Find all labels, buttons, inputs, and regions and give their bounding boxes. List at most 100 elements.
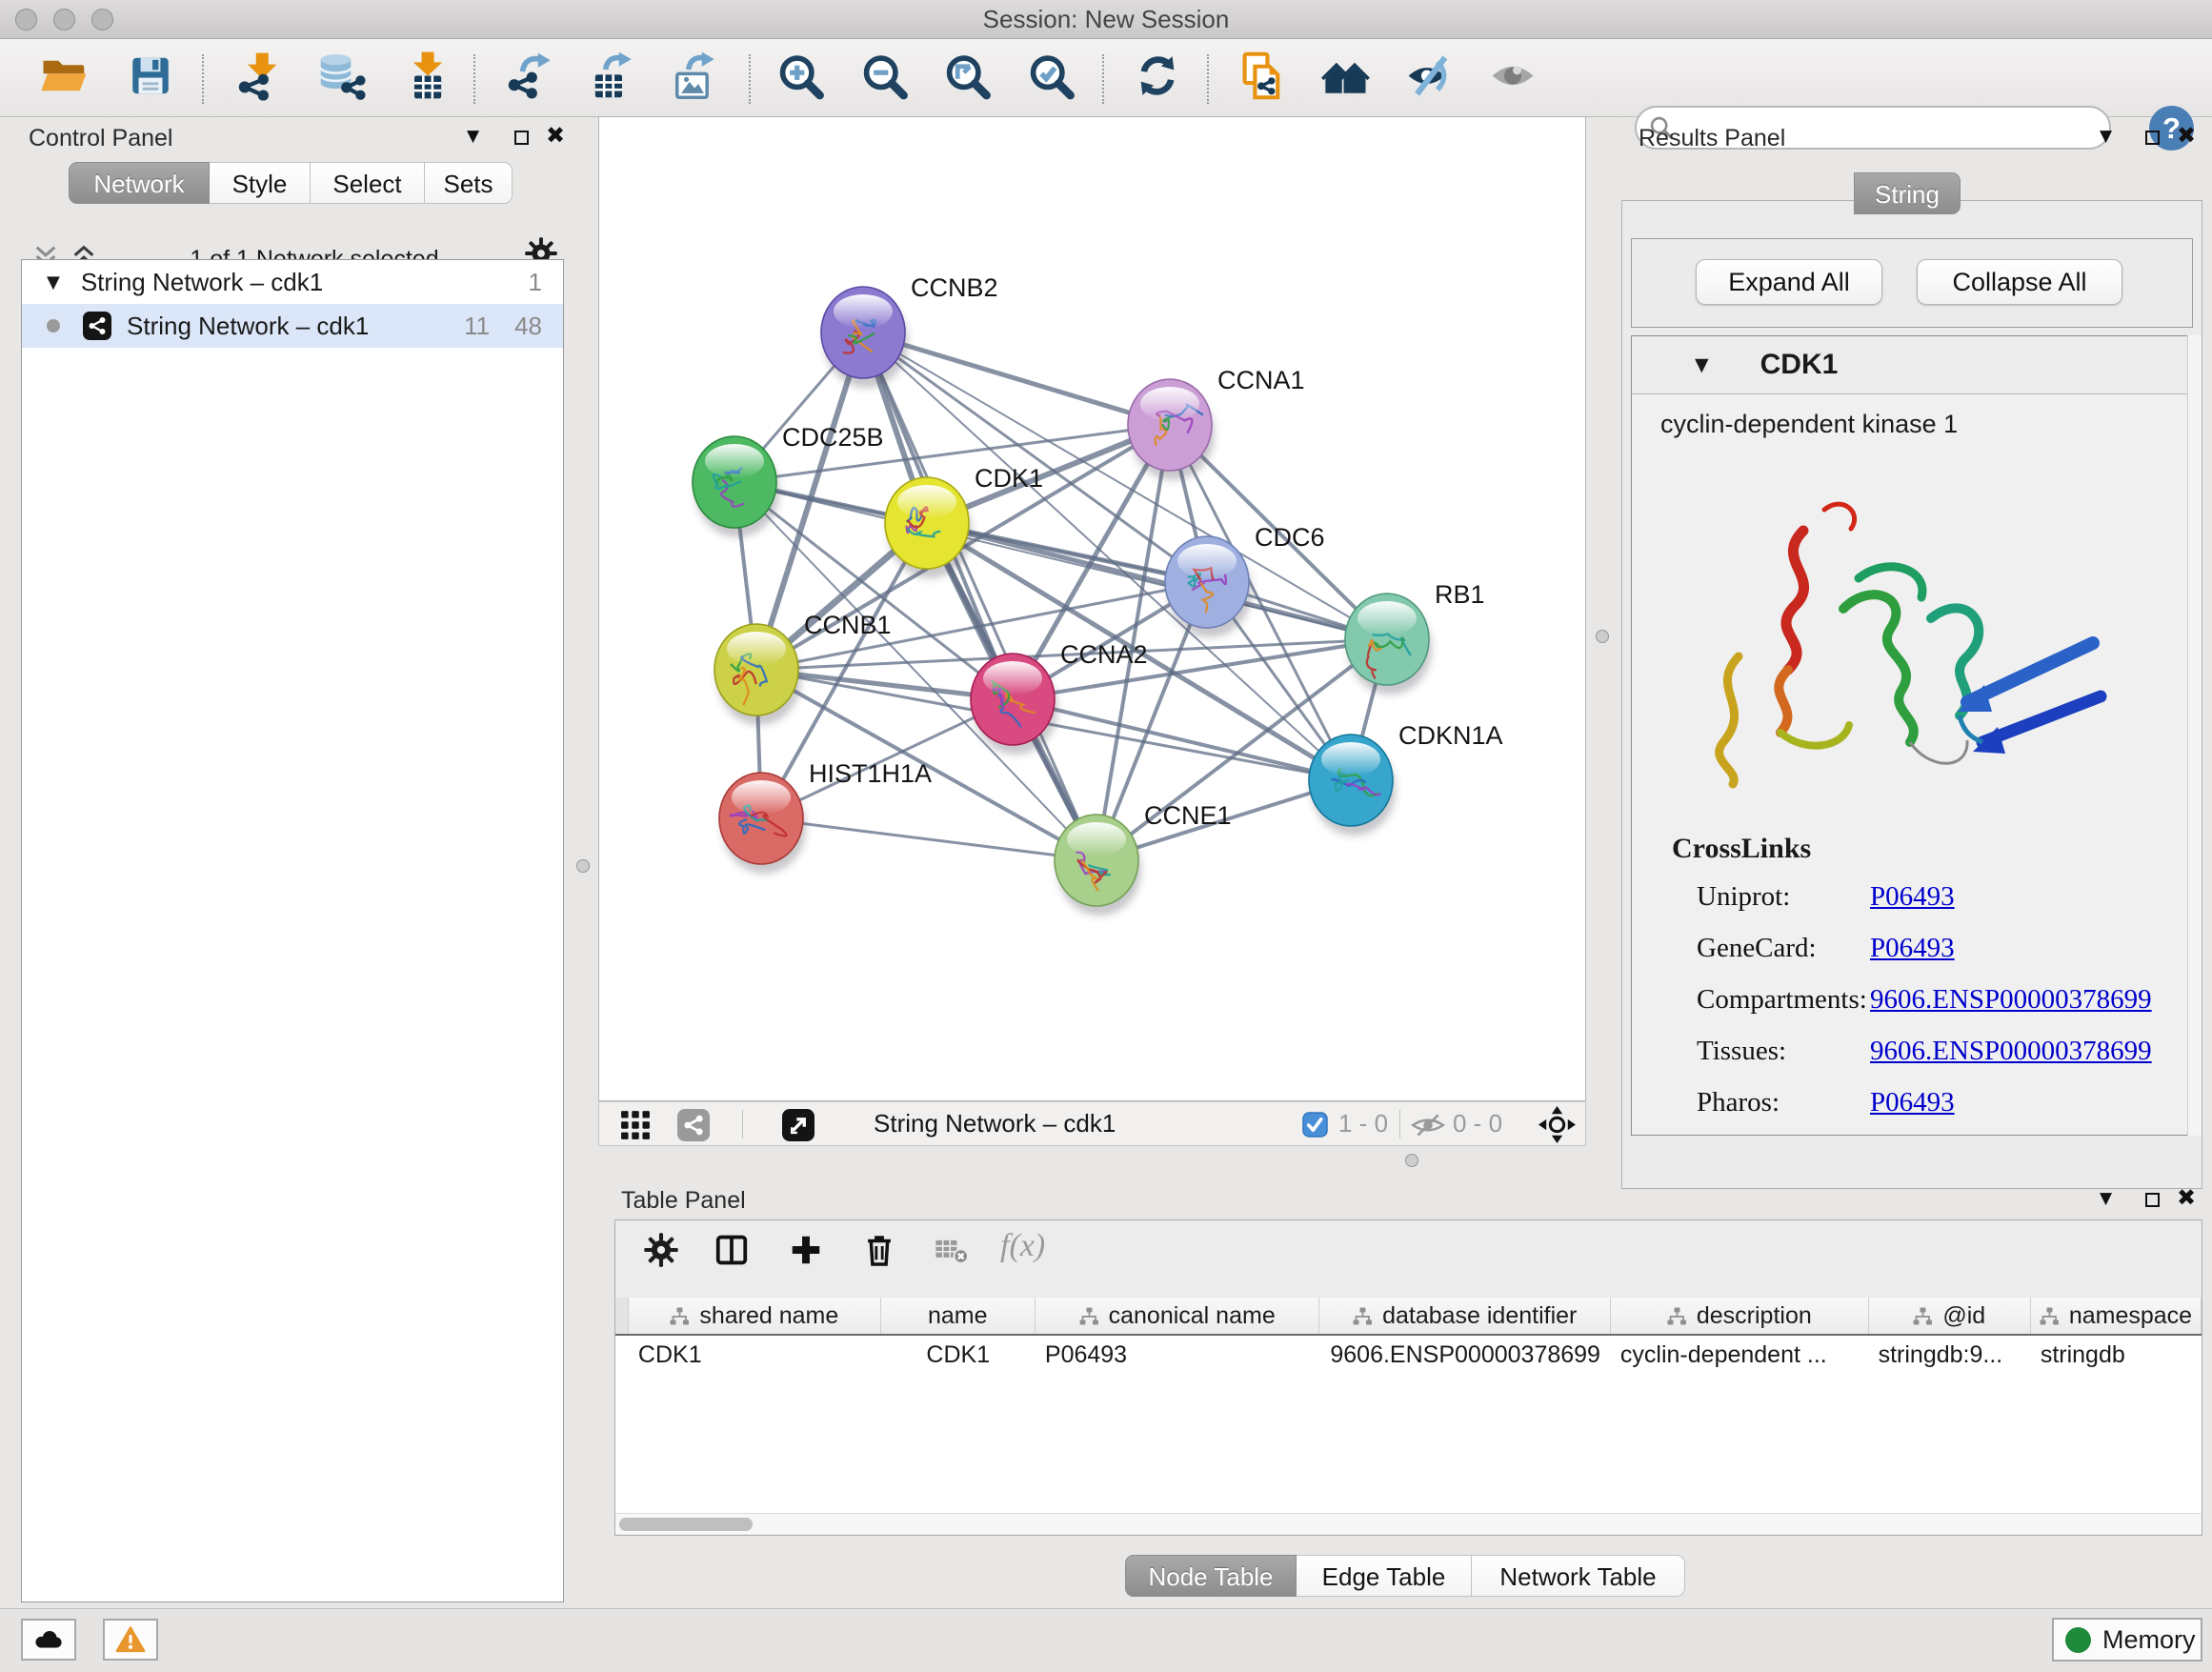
node-CCNA2[interactable]: [971, 654, 1057, 755]
section-caret-icon[interactable]: ▼: [1695, 354, 1709, 375]
network-canvas[interactable]: CCNB2CCNA1CDC25BCDK1CDC6RB1CCNB1CCNA2CDK…: [598, 116, 1586, 1101]
tab-select[interactable]: Select: [311, 162, 425, 204]
crosslink-link[interactable]: P06493: [1870, 933, 1955, 964]
cloud-button[interactable]: [21, 1619, 76, 1661]
zoom-out-button[interactable]: [859, 50, 909, 105]
edge-CCNB2-CCNA1[interactable]: [863, 332, 1170, 425]
node-RB1[interactable]: [1345, 594, 1432, 695]
tab-sets[interactable]: Sets: [425, 162, 513, 204]
splitter-handle[interactable]: [576, 859, 590, 873]
import-network-from-database-button[interactable]: [314, 50, 366, 106]
results-panel-menu-icon[interactable]: ▼: [2100, 127, 2112, 146]
table-row[interactable]: CDK1CDK1P064939606.ENSP00000378699cyclin…: [615, 1336, 2202, 1374]
selected-checkbox-icon[interactable]: [1302, 1112, 1328, 1142]
table-cell[interactable]: cyclin-dependent ...: [1611, 1341, 1869, 1369]
column-header-label: @id: [1942, 1302, 1985, 1330]
network-graph[interactable]: CCNB2CCNA1CDC25BCDK1CDC6RB1CCNB1CCNA2CDK…: [599, 117, 1585, 1100]
node-CCNB2[interactable]: [821, 287, 908, 388]
control-panel-menu-icon[interactable]: ▼: [467, 127, 479, 146]
node-HIST1H1A[interactable]: [719, 773, 806, 874]
show-hidden-button[interactable]: [1487, 50, 1538, 106]
results-panel-close-icon[interactable]: ✖: [2177, 122, 2196, 149]
table-horizontal-scrollbar[interactable]: [615, 1513, 2202, 1534]
control-panel-close-icon[interactable]: ✖: [546, 122, 565, 149]
table-gear-icon[interactable]: [643, 1232, 679, 1273]
node-CCNA1[interactable]: [1128, 379, 1215, 480]
node-CCNB1[interactable]: [714, 624, 801, 725]
column-header--id[interactable]: @id: [1869, 1298, 2031, 1334]
protein-section-header[interactable]: ▼ CDK1: [1632, 336, 2192, 394]
edge-HIST1H1A-CCNE1[interactable]: [761, 818, 1096, 860]
table-cell[interactable]: CDK1: [629, 1341, 881, 1369]
network-collection-row[interactable]: ▼ String Network – cdk1 1: [22, 260, 563, 304]
column-header-canonical-name[interactable]: canonical name: [1036, 1298, 1320, 1334]
delete-column-icon[interactable]: [861, 1232, 897, 1273]
column-header-namespace[interactable]: namespace: [2031, 1298, 2202, 1334]
grid-view-icon[interactable]: [620, 1110, 651, 1145]
node-CDK1[interactable]: [885, 477, 972, 578]
zoom-fit-button[interactable]: [942, 50, 992, 105]
table-panel-close-icon[interactable]: ✖: [2177, 1184, 2196, 1211]
crosslink-link[interactable]: 9606.ENSP00000378699: [1870, 1036, 2152, 1067]
crosslink-link[interactable]: P06493: [1870, 881, 1955, 913]
tab-style[interactable]: Style: [210, 162, 311, 204]
results-panel-float-icon[interactable]: [2145, 131, 2160, 145]
table-cell[interactable]: 9606.ENSP00000378699: [1319, 1341, 1611, 1369]
crosslink-link[interactable]: 9606.ENSP00000378699: [1870, 984, 2152, 1016]
column-header-name[interactable]: name: [881, 1298, 1036, 1334]
table-body: CDK1CDK1P064939606.ENSP00000378699cyclin…: [615, 1336, 2202, 1374]
table-cell[interactable]: P06493: [1036, 1341, 1320, 1369]
splitter-handle[interactable]: [1596, 630, 1609, 643]
table-cell[interactable]: CDK1: [881, 1341, 1036, 1369]
hidden-eye-icon[interactable]: [1411, 1113, 1445, 1142]
node-CCNE1[interactable]: [1055, 815, 1141, 916]
crosslink-link[interactable]: P06493: [1870, 1087, 1955, 1118]
network-status-dot: [47, 319, 60, 332]
expand-all-button[interactable]: Expand All: [1696, 259, 1882, 305]
show-all-networks-button[interactable]: [1320, 50, 1372, 106]
column-header-shared-name[interactable]: shared name: [629, 1298, 881, 1334]
table-panel-float-icon[interactable]: [2145, 1193, 2160, 1207]
open-in-new-window-icon[interactable]: [782, 1109, 814, 1146]
birds-eye-view-icon[interactable]: [1538, 1105, 1577, 1149]
collection-caret-icon[interactable]: ▼: [47, 272, 60, 292]
column-header-description[interactable]: description: [1611, 1298, 1869, 1334]
import-network-button[interactable]: [234, 50, 284, 105]
save-session-button[interactable]: [127, 51, 174, 104]
collapse-all-button[interactable]: Collapse All: [1917, 259, 2122, 305]
import-table-button[interactable]: [402, 50, 452, 105]
network-row[interactable]: String Network – cdk1 11 48: [22, 304, 563, 348]
network-badge-icon[interactable]: [677, 1109, 710, 1146]
column-header-database-identifier[interactable]: database identifier: [1319, 1298, 1611, 1334]
node-CDC25B[interactable]: [693, 436, 779, 537]
tab-network[interactable]: Network: [69, 162, 210, 204]
open-session-button[interactable]: [39, 50, 90, 106]
scrollbar-thumb[interactable]: [619, 1518, 753, 1531]
crosslink-label: GeneCard:: [1697, 933, 1870, 964]
warnings-button[interactable]: [103, 1619, 158, 1661]
results-scrollbar[interactable]: [2187, 335, 2202, 1136]
network-node-count: 11: [464, 312, 490, 341]
control-panel-float-icon[interactable]: [514, 131, 529, 145]
tab-node-table[interactable]: Node Table: [1125, 1555, 1297, 1597]
zoom-in-button[interactable]: [775, 50, 825, 105]
add-column-icon[interactable]: [788, 1232, 824, 1273]
export-table-button[interactable]: [585, 50, 634, 105]
tab-string[interactable]: String: [1854, 172, 1961, 214]
protein-section: ▼ CDK1 cyclin-dependent kinase 1 CrossLi…: [1631, 335, 2193, 1136]
tab-edge-table[interactable]: Edge Table: [1297, 1555, 1472, 1597]
show-columns-icon[interactable]: [714, 1232, 750, 1273]
node-CDKN1A[interactable]: [1309, 735, 1396, 836]
export-network-button[interactable]: [504, 50, 553, 105]
table-cell[interactable]: stringdb:9...: [1869, 1341, 2031, 1369]
apply-layout-button[interactable]: [1133, 50, 1182, 105]
splitter-handle[interactable]: [1405, 1154, 1418, 1167]
memory-button[interactable]: Memory: [2052, 1618, 2202, 1662]
copy-network-button[interactable]: [1237, 50, 1287, 105]
tab-network-table[interactable]: Network Table: [1472, 1555, 1685, 1597]
table-panel-menu-icon[interactable]: ▼: [2100, 1189, 2112, 1208]
export-image-button[interactable]: [668, 50, 717, 105]
hide-selected-button[interactable]: [1403, 50, 1455, 106]
table-cell[interactable]: stringdb: [2031, 1341, 2202, 1369]
zoom-selected-button[interactable]: [1026, 50, 1076, 105]
